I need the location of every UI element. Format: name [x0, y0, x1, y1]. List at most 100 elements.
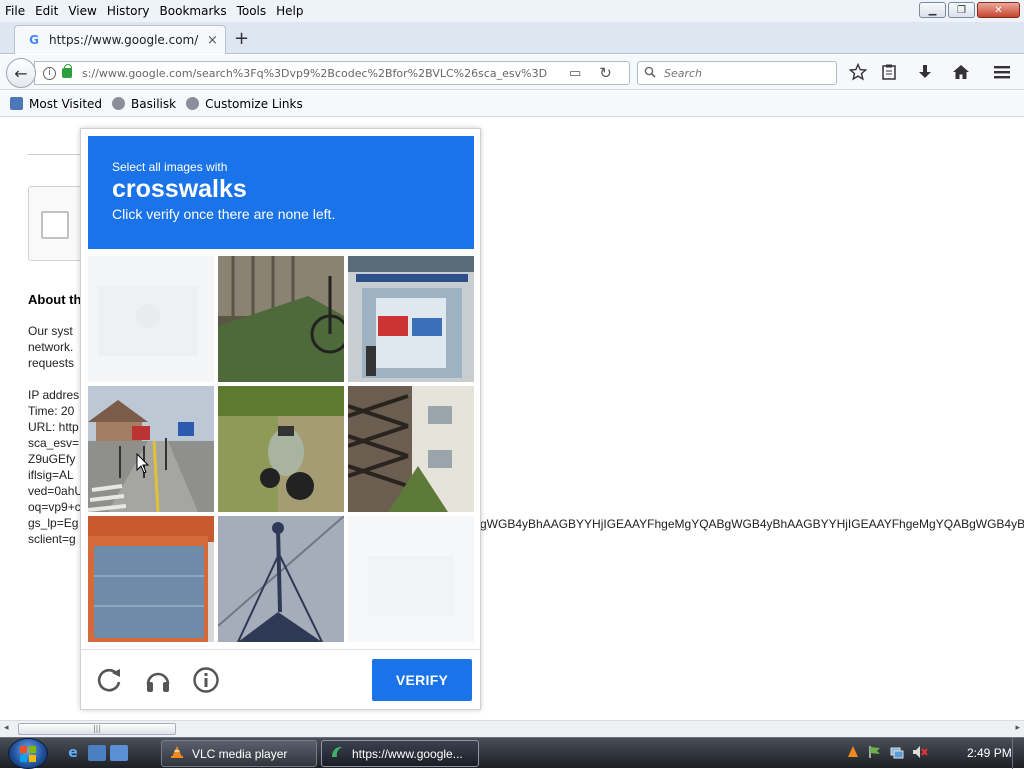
windows-logo-icon: [20, 745, 36, 762]
home-icon[interactable]: [952, 63, 970, 85]
system-tray: [846, 738, 936, 769]
body-text-line: IP addres: [28, 388, 80, 402]
start-button[interactable]: [8, 738, 48, 769]
about-heading: About th: [28, 292, 82, 307]
body-text-line: ved=0ahU: [28, 484, 84, 498]
scrollbar-thumb[interactable]: |||: [18, 723, 176, 735]
scroll-left-icon[interactable]: ◂: [4, 723, 9, 733]
body-text-line: Z9uGEfy: [28, 452, 76, 466]
bookmark-basilisk[interactable]: Basilisk: [112, 97, 176, 111]
maximize-button[interactable]: ❐: [948, 2, 975, 18]
verify-button[interactable]: VERIFY: [372, 659, 472, 701]
globe-icon: [186, 97, 200, 110]
image-grid: [88, 256, 474, 642]
browser-icon: [330, 745, 344, 762]
navigation-bar: i s://www.google.com/search%3Fq%3Dvp9%2B…: [0, 55, 1024, 90]
body-text-line: oq=vp9+c: [28, 500, 81, 514]
mouse-cursor-icon: [136, 453, 150, 474]
task-label: VLC media player: [192, 746, 288, 761]
volume-muted-icon[interactable]: [912, 745, 928, 762]
task-label: https://www.google...: [352, 746, 463, 761]
captcha-instructions: Select all images with crosswalks Click …: [88, 136, 474, 249]
menu-tools[interactable]: Tools: [237, 4, 267, 18]
vlc-icon: [170, 745, 184, 762]
body-text-line: URL: http: [28, 420, 79, 434]
taskbar-vlc[interactable]: VLC media player: [161, 740, 317, 767]
captcha-tile-4[interactable]: [88, 386, 214, 512]
taskbar-browser[interactable]: https://www.google...: [321, 740, 479, 767]
captcha-footer: VERIFY: [81, 649, 480, 710]
show-desktop-icon[interactable]: [88, 745, 106, 761]
menu-edit[interactable]: Edit: [35, 4, 58, 18]
vlc-tray-icon[interactable]: [846, 745, 860, 762]
body-text-line: network.: [28, 340, 74, 354]
target-object: crosswalks: [112, 175, 247, 203]
menu-file[interactable]: File: [5, 4, 25, 18]
url-bar[interactable]: i s://www.google.com/search%3Fq%3Dvp9%2B…: [34, 61, 630, 85]
reader-view-icon[interactable]: ▭: [569, 66, 581, 81]
audio-icon[interactable]: [143, 665, 173, 695]
tab-close-icon[interactable]: ×: [207, 33, 218, 48]
captcha-tile-6[interactable]: [348, 386, 474, 512]
horizontal-scrollbar[interactable]: ◂ ||| ▸: [0, 720, 1024, 737]
close-window-button[interactable]: ✕: [977, 2, 1020, 18]
switch-windows-icon[interactable]: [110, 745, 128, 761]
clipboard-icon[interactable]: [880, 63, 898, 85]
menu-bookmarks[interactable]: Bookmarks: [160, 4, 227, 18]
tab-title: https://www.google.com/sorry/: [49, 33, 199, 47]
ie-icon[interactable]: e: [64, 745, 82, 761]
window-controls: ▁ ❐ ✕: [919, 2, 1020, 18]
captcha-tile-2[interactable]: [218, 256, 344, 382]
menu-history[interactable]: History: [107, 4, 150, 18]
show-desktop-button[interactable]: [1012, 738, 1024, 769]
captcha-tile-5[interactable]: [218, 386, 344, 512]
body-text-line: gs_lp=Eg: [28, 516, 79, 530]
lock-icon: [62, 64, 72, 78]
tab-google[interactable]: G https://www.google.com/sorry/ ×: [14, 25, 226, 54]
body-text-line: sca_esv=: [28, 436, 80, 450]
captcha-tile-8[interactable]: [218, 516, 344, 642]
bookmark-customize-links[interactable]: Customize Links: [186, 97, 303, 111]
scroll-right-icon[interactable]: ▸: [1015, 723, 1020, 733]
divider: [28, 154, 88, 155]
menu-help[interactable]: Help: [276, 4, 303, 18]
minimize-button[interactable]: ▁: [919, 2, 946, 18]
instruction-subtext: Click verify once there are none left.: [112, 206, 336, 222]
recaptcha-widget: [28, 186, 88, 261]
menu-bar: File Edit View History Bookmarks Tools H…: [0, 0, 1024, 22]
instruction-text: Select all images with: [112, 160, 228, 174]
captcha-tile-9[interactable]: [348, 516, 474, 642]
info-icon[interactable]: [191, 665, 221, 695]
menu-icon[interactable]: [993, 63, 1011, 85]
body-text-line: requests: [28, 356, 75, 370]
search-input[interactable]: [662, 65, 822, 81]
clock[interactable]: 2:49 PM: [967, 746, 1012, 760]
bookmarks-toolbar: Most Visited Basilisk Customize Links: [0, 91, 1024, 117]
captcha-tile-1[interactable]: [88, 256, 214, 382]
download-icon[interactable]: [916, 63, 934, 85]
taskbar: e VLC media player https://www.google...…: [0, 737, 1024, 769]
menu-view[interactable]: View: [68, 4, 96, 18]
new-tab-button[interactable]: +: [234, 28, 249, 49]
tab-strip: G https://www.google.com/sorry/ × +: [0, 22, 1024, 54]
captcha-tile-7[interactable]: [88, 516, 214, 642]
flag-icon[interactable]: [868, 745, 882, 762]
reload-icon[interactable]: [95, 665, 125, 695]
google-favicon-icon: G: [29, 33, 39, 47]
globe-icon: [112, 97, 126, 110]
body-text-line: Time: 20: [28, 404, 75, 418]
url-text[interactable]: s://www.google.com/search%3Fq%3Dvp9%2Bco…: [82, 67, 547, 80]
reload-icon[interactable]: ↻: [599, 64, 612, 82]
back-button[interactable]: ←: [6, 58, 36, 88]
body-text-line: sclient=g: [28, 532, 76, 546]
body-text-line: Our syst: [28, 324, 73, 338]
bookmark-most-visited[interactable]: Most Visited: [10, 97, 102, 111]
network-icon[interactable]: [890, 745, 904, 762]
most-visited-icon: [10, 97, 23, 110]
bookmark-label: Customize Links: [205, 96, 303, 111]
search-box[interactable]: [637, 61, 837, 85]
captcha-tile-3[interactable]: [348, 256, 474, 382]
site-info-icon[interactable]: i: [43, 66, 56, 80]
recaptcha-checkbox[interactable]: [41, 211, 69, 239]
star-icon[interactable]: [848, 62, 868, 85]
